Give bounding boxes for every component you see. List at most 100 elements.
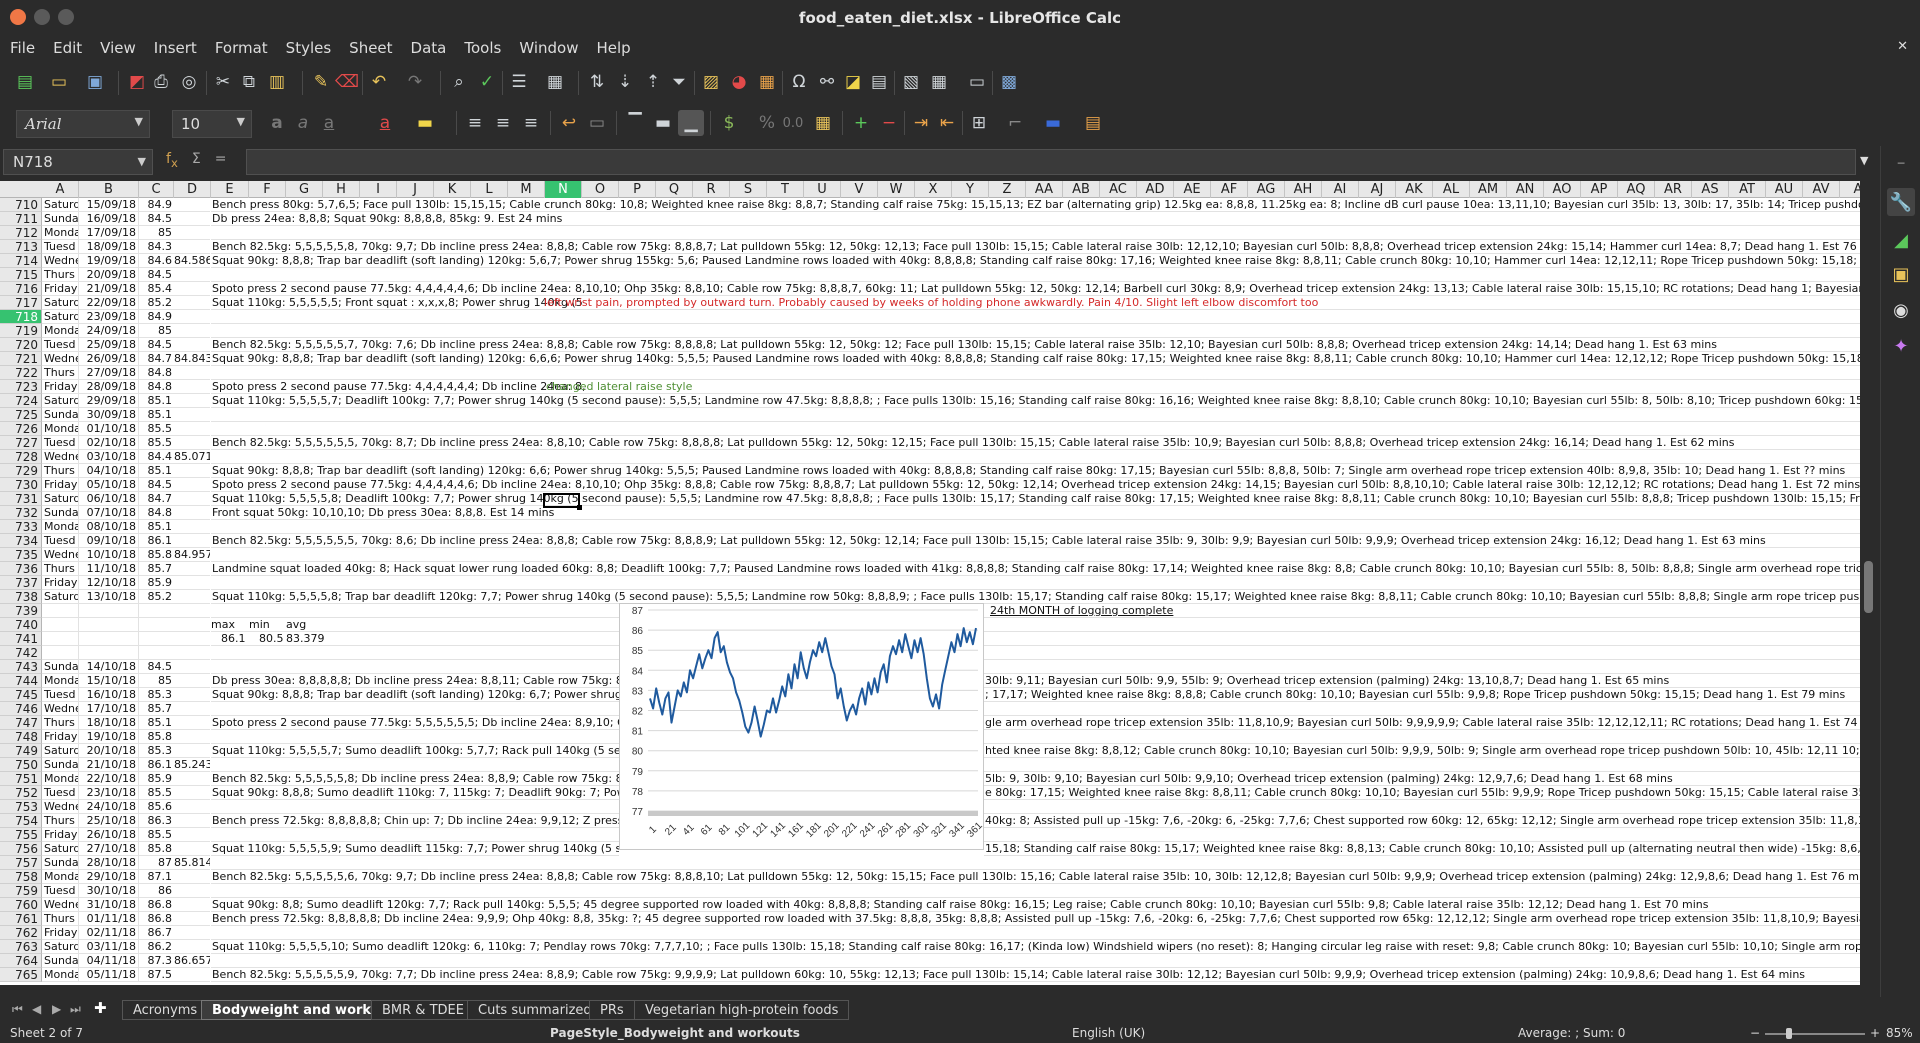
sort-ascending-icon[interactable]: ⇣: [612, 69, 638, 95]
cell-d[interactable]: [174, 226, 210, 240]
cell-workout[interactable]: [211, 828, 1860, 842]
cell-workout[interactable]: Bench 82.5kg: 5,5,5,5,5,7, 70kg: 7,6; Db…: [211, 338, 1860, 352]
cell-d[interactable]: [174, 296, 210, 310]
cell-d[interactable]: [174, 660, 210, 674]
cell-c[interactable]: 85.6: [139, 800, 174, 814]
freeze-rows-columns-icon[interactable]: ▦: [926, 69, 952, 95]
define-print-area-icon[interactable]: ▧: [898, 69, 924, 95]
column-header-as[interactable]: AS: [1692, 181, 1729, 198]
column-header-ab[interactable]: AB: [1063, 181, 1100, 198]
cell-workout[interactable]: [211, 576, 1860, 590]
cell-c[interactable]: 85.3: [139, 744, 174, 758]
cell-workout[interactable]: Bench 82.5kg: 5,5,5,5,5,8, 70kg: 9,7; Db…: [211, 240, 1860, 254]
formula-icon[interactable]: =: [215, 151, 227, 170]
cell-d[interactable]: [174, 268, 210, 282]
column-header-c[interactable]: C: [139, 181, 174, 198]
tab-cuts-summarized[interactable]: Cuts summarized: [467, 1000, 603, 1020]
column-header-v[interactable]: V: [841, 181, 878, 198]
column-header-n[interactable]: N: [545, 181, 582, 198]
cell-a[interactable]: Wedne: [42, 702, 79, 716]
cell-c[interactable]: 86.1: [139, 758, 174, 772]
zoom-slider-knob[interactable]: [1786, 1028, 1792, 1039]
cell-workout[interactable]: Squat 110kg: 5,5,5,5,10; Sumo deadlift 1…: [211, 940, 1860, 954]
cell-c[interactable]: 86.1: [139, 534, 174, 548]
cell-a[interactable]: [42, 646, 79, 660]
column-header-e[interactable]: E: [211, 181, 249, 198]
cell-b[interactable]: 03/10/18: [79, 450, 139, 464]
pivot-table-icon[interactable]: ▦: [754, 69, 780, 95]
cell-workout[interactable]: Bench press 80kg: 5,7,6,5; Face pull 130…: [211, 198, 1860, 212]
row-header[interactable]: 759: [0, 884, 42, 898]
cell-d[interactable]: [174, 926, 210, 940]
cell-workout[interactable]: Spoto press 2 second pause 77.5kg: 5,5,5…: [211, 716, 619, 730]
row-header[interactable]: 740: [0, 618, 42, 632]
cell-c[interactable]: 85.9: [139, 576, 174, 590]
cell-c[interactable]: 85.8: [139, 548, 174, 562]
column-header-r[interactable]: R: [693, 181, 730, 198]
row-header[interactable]: 730: [0, 478, 42, 492]
align-top-icon[interactable]: ▔: [622, 110, 648, 136]
italic-icon[interactable]: a: [290, 110, 316, 136]
column-header-q[interactable]: Q: [656, 181, 693, 198]
row-header[interactable]: 726: [0, 422, 42, 436]
cell-a[interactable]: Wedne: [42, 898, 79, 912]
merge-cells-icon[interactable]: ▭: [584, 110, 610, 136]
cell-a[interactable]: Friday: [42, 478, 79, 492]
row-header[interactable]: 734: [0, 534, 42, 548]
menu-file[interactable]: File: [0, 35, 43, 57]
row-header[interactable]: 748: [0, 730, 42, 744]
cell-b[interactable]: 23/10/18: [79, 786, 139, 800]
cell-workout[interactable]: Squat 110kg: 5,5,5,5,7; Deadlift 100kg: …: [211, 394, 1860, 408]
cell-b[interactable]: 22/09/18: [79, 296, 139, 310]
cell-d[interactable]: [174, 744, 210, 758]
menu-data[interactable]: Data: [401, 35, 455, 57]
cell-workout[interactable]: Squat 110kg: 5,5,5,5,8; Deadlift 100kg: …: [211, 492, 1860, 506]
cell-d[interactable]: [174, 520, 210, 534]
sort-icon[interactable]: ⇅: [584, 69, 610, 95]
cell-workout[interactable]: [211, 926, 1860, 940]
cell-a[interactable]: Thurs: [42, 814, 79, 828]
cell-c[interactable]: 85.5: [139, 436, 174, 450]
cell-a[interactable]: Saturd: [42, 296, 79, 310]
font-size-box[interactable]: 10 ▼: [172, 110, 252, 138]
cell-workout-continued[interactable]: ; 17,17; Weighted knee raise 8kg: 8,8,8;…: [984, 688, 1860, 702]
row-header[interactable]: 724: [0, 394, 42, 408]
tab-acronyms[interactable]: Acronyms: [122, 1000, 209, 1020]
row-header[interactable]: 745: [0, 688, 42, 702]
cell-d[interactable]: [174, 506, 210, 520]
cell-d[interactable]: 85.814: [174, 856, 210, 870]
cell-a[interactable]: Saturd: [42, 394, 79, 408]
chevron-down-icon[interactable]: ▼: [135, 115, 143, 128]
cell-a[interactable]: Thurs: [42, 464, 79, 478]
cell-a[interactable]: Tuesd: [42, 338, 79, 352]
cell-c[interactable]: 85: [139, 324, 174, 338]
tab-prs[interactable]: PRs: [589, 1000, 635, 1020]
column-header-ae[interactable]: AE: [1174, 181, 1211, 198]
scrollbar-thumb[interactable]: [1864, 561, 1873, 613]
cell-c[interactable]: [139, 604, 174, 618]
cell-c[interactable]: 85.5: [139, 422, 174, 436]
row-header[interactable]: 732: [0, 506, 42, 520]
cell-workout[interactable]: Squat 110kg: 5,5,5,5,9; Sumo deadlift 11…: [211, 842, 619, 856]
row-header[interactable]: 747: [0, 716, 42, 730]
cell-d[interactable]: [174, 702, 210, 716]
cell-a[interactable]: [42, 618, 79, 632]
cell-d[interactable]: 84.843: [174, 352, 210, 366]
print-preview-icon[interactable]: ◎: [176, 69, 202, 95]
cell-c[interactable]: 85: [139, 226, 174, 240]
cell-d[interactable]: [174, 730, 210, 744]
cell-d[interactable]: [174, 562, 210, 576]
cell-d[interactable]: 85.071: [174, 450, 210, 464]
cell-d[interactable]: [174, 464, 210, 478]
row-header[interactable]: 721: [0, 352, 42, 366]
cell-b[interactable]: 14/10/18: [79, 660, 139, 674]
cell-workout[interactable]: Front squat 50kg: 10,10,10; Db press 30e…: [211, 506, 1860, 520]
cell-c[interactable]: 85.1: [139, 408, 174, 422]
cell-d[interactable]: [174, 604, 210, 618]
row-header[interactable]: 763: [0, 940, 42, 954]
cell-workout[interactable]: Squat 90kg: 8,8,8; Trap bar deadlift (so…: [211, 352, 1860, 366]
cell-workout[interactable]: [211, 856, 1860, 870]
cell-c[interactable]: [139, 618, 174, 632]
zoom-in-icon[interactable]: +: [1870, 1026, 1880, 1040]
decrease-indent-icon[interactable]: ⇤: [934, 110, 960, 136]
